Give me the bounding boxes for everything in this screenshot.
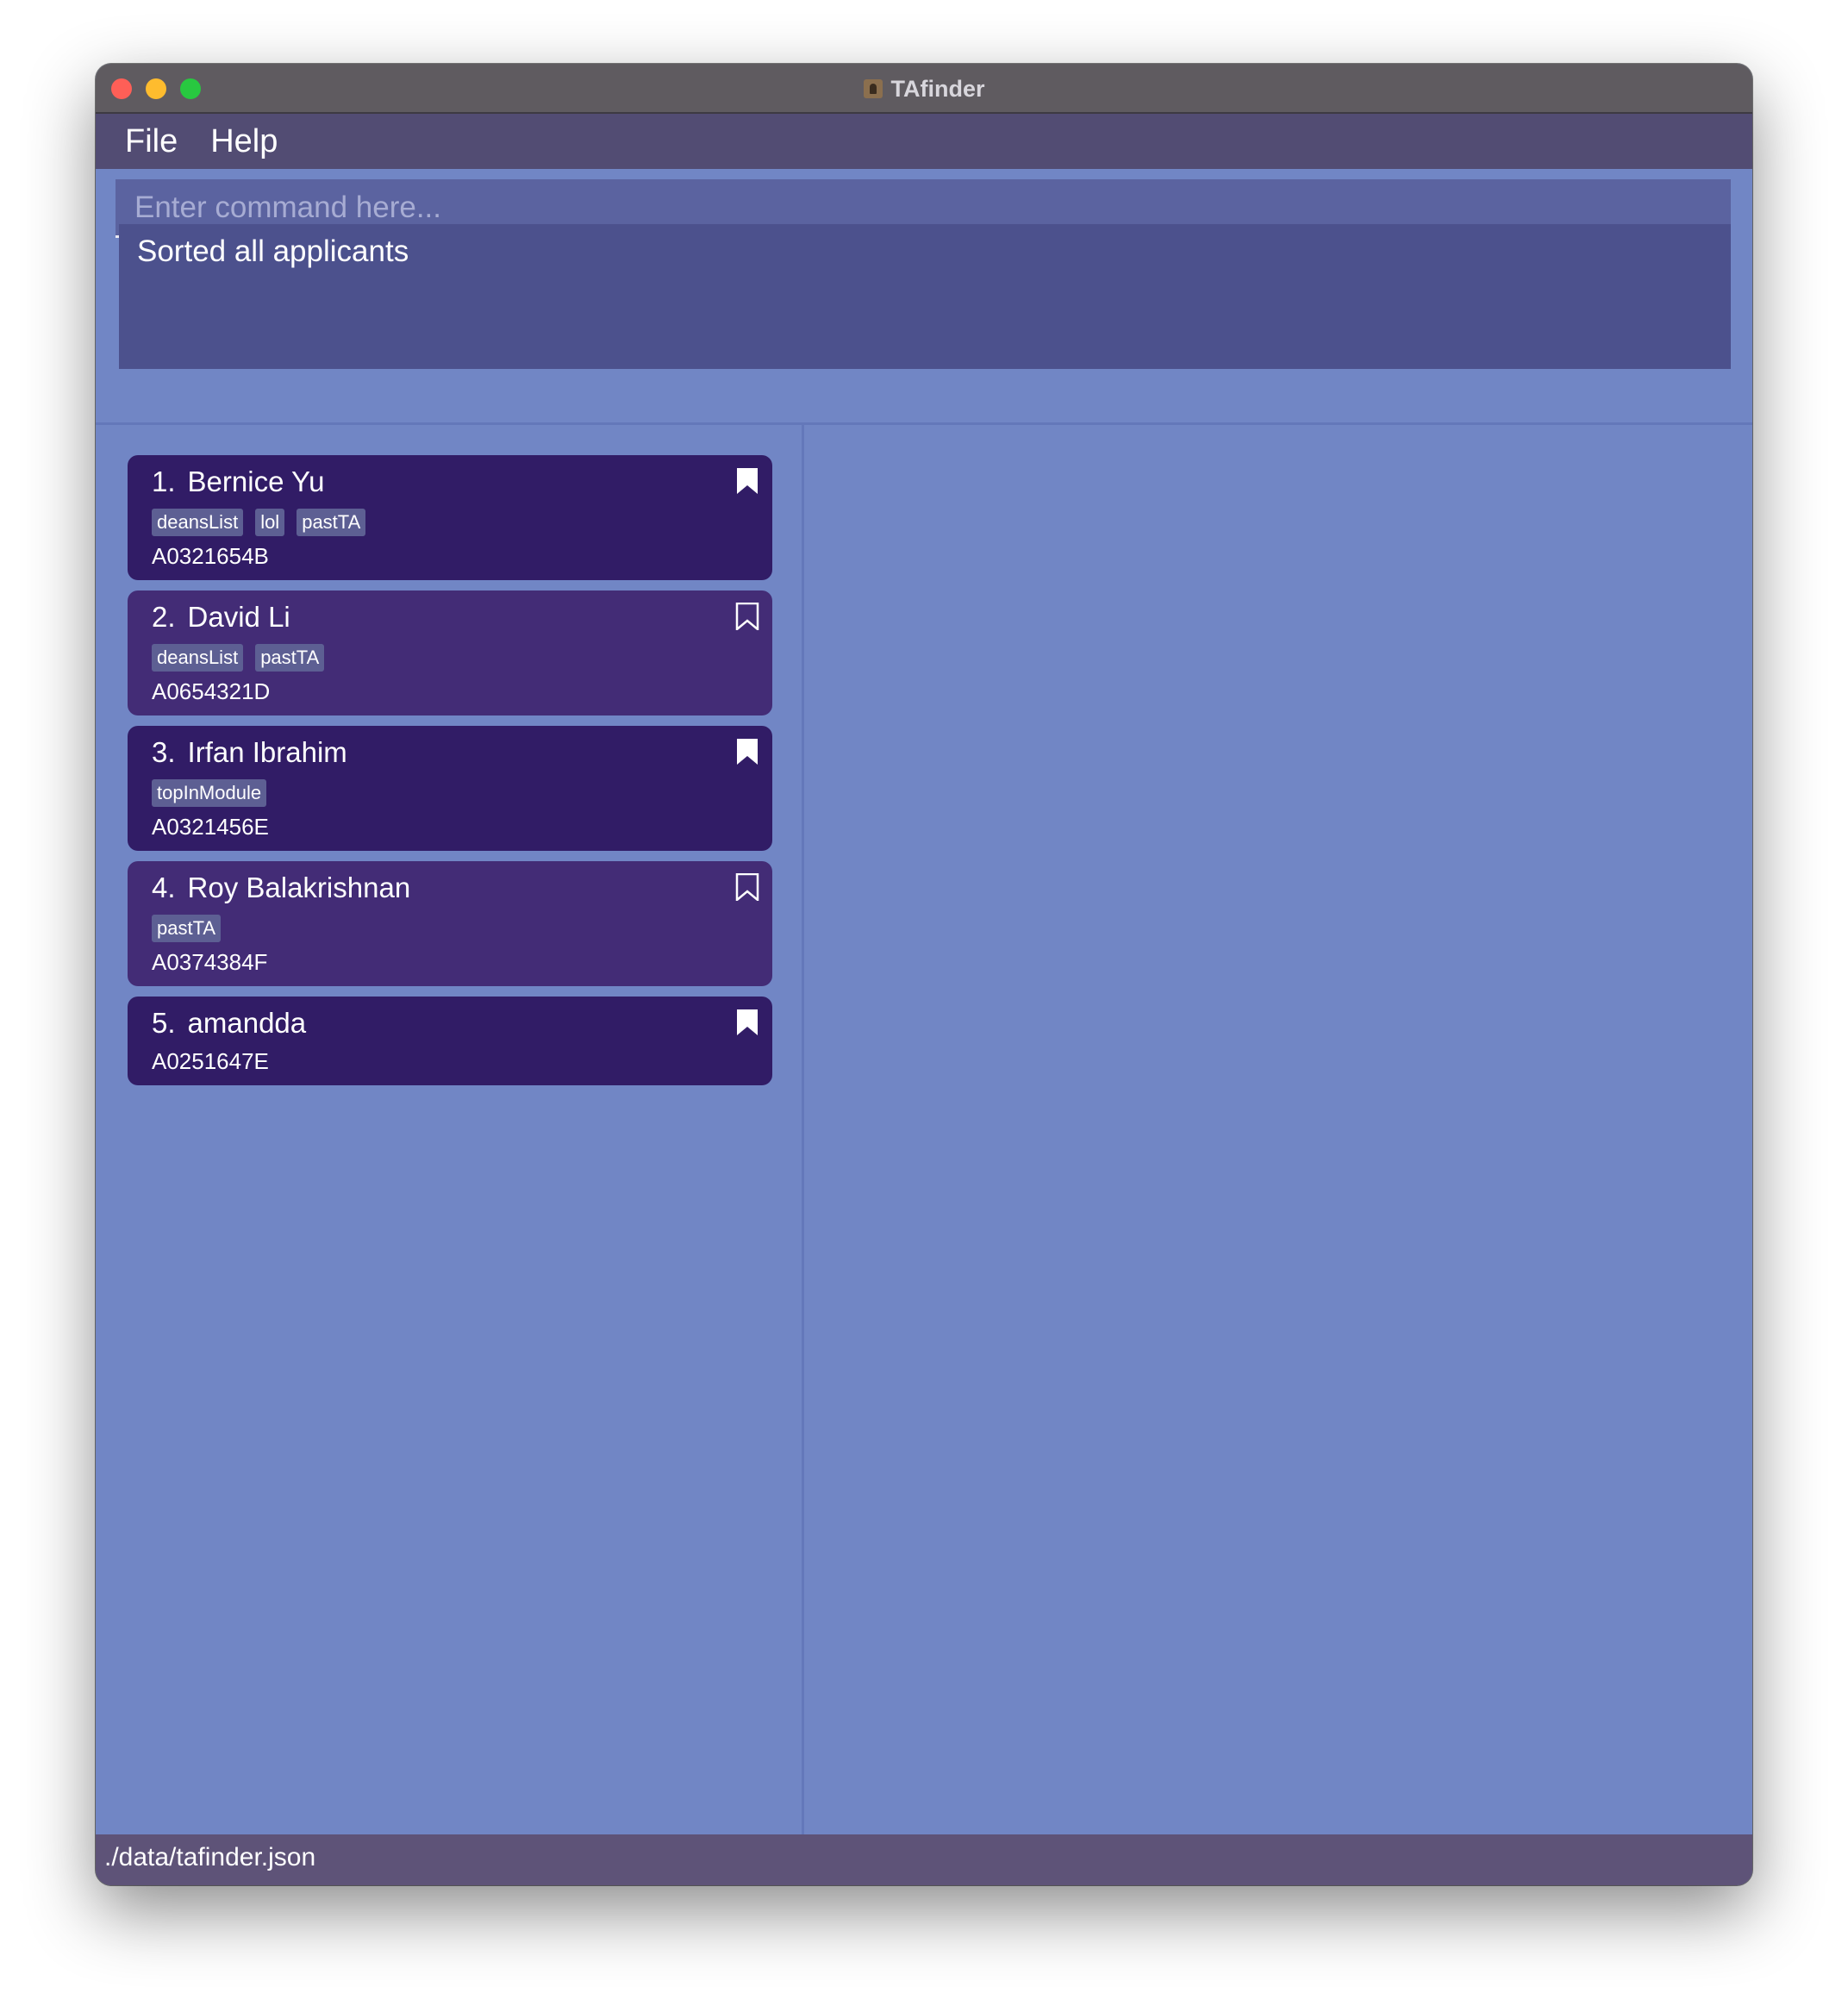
applicant-list: 1. Bernice Yu deansList lol pastTA A0321654B 2… bbox=[128, 455, 772, 1096]
applicant-tag: deansList bbox=[152, 644, 244, 672]
app-window: TAfinder File Help Sorted all applicants… bbox=[96, 64, 1752, 1885]
applicant-id: A0654321D bbox=[152, 678, 271, 704]
applicant-index: 4. bbox=[152, 872, 176, 903]
menu-file[interactable]: File bbox=[125, 123, 178, 160]
applicant-card[interactable]: 5. amandda A0251647E bbox=[128, 997, 772, 1085]
title-bar: TAfinder bbox=[96, 64, 1752, 114]
status-bar: ./data/tafinder.json bbox=[96, 1834, 1752, 1885]
applicant-index: 5. bbox=[152, 1007, 176, 1039]
bookmark-outline-icon[interactable] bbox=[735, 603, 759, 630]
tag-list: deansList pastTA bbox=[152, 644, 772, 672]
applicant-name: Bernice Yu bbox=[187, 466, 325, 497]
divider bbox=[96, 422, 1752, 425]
applicant-name: Roy Balakrishnan bbox=[187, 872, 411, 903]
applicant-header: 1. Bernice Yu bbox=[152, 464, 772, 500]
menu-bar: File Help bbox=[96, 114, 1752, 169]
applicant-name: amandda bbox=[187, 1007, 307, 1039]
applicant-tag: topInModule bbox=[152, 779, 267, 807]
applicant-tag: pastTA bbox=[152, 915, 222, 942]
applicant-index: 2. bbox=[152, 601, 176, 633]
window-title: TAfinder bbox=[890, 75, 985, 102]
applicant-header: 2. David Li bbox=[152, 599, 772, 635]
applicant-header: 4. Roy Balakrishnan bbox=[152, 870, 772, 906]
applicant-id: A0321654B bbox=[152, 543, 269, 569]
bookmark-filled-icon[interactable] bbox=[735, 467, 759, 495]
bookmark-filled-icon[interactable] bbox=[735, 738, 759, 765]
applicant-id: A0374384F bbox=[152, 949, 268, 975]
menu-help[interactable]: Help bbox=[210, 123, 278, 160]
panel-divider[interactable] bbox=[802, 425, 804, 1834]
result-display: Sorted all applicants bbox=[119, 224, 1731, 369]
applicant-tag: deansList bbox=[152, 509, 244, 536]
applicant-tag: lol bbox=[255, 509, 285, 536]
applicant-card[interactable]: 2. David Li deansList pastTA A0654321D bbox=[128, 590, 772, 715]
bookmark-filled-icon[interactable] bbox=[735, 1009, 759, 1036]
applicant-index: 1. bbox=[152, 466, 176, 497]
tag-list: pastTA bbox=[152, 915, 772, 942]
applicant-name: David Li bbox=[187, 601, 290, 633]
applicant-card[interactable]: 1. Bernice Yu deansList lol pastTA A0321654B bbox=[128, 455, 772, 580]
applicant-card[interactable]: 4. Roy Balakrishnan pastTA A0374384F bbox=[128, 861, 772, 986]
applicant-id: A0251647E bbox=[152, 1048, 269, 1074]
applicant-id: A0321456E bbox=[152, 814, 269, 840]
applicant-name: Irfan Ibrahim bbox=[187, 736, 347, 768]
applicant-tag: pastTA bbox=[297, 509, 366, 536]
result-message: Sorted all applicants bbox=[137, 234, 409, 268]
tag-list: deansList lol pastTA bbox=[152, 509, 772, 536]
app-icon bbox=[863, 79, 883, 98]
bookmark-outline-icon[interactable] bbox=[735, 873, 759, 901]
tag-list: topInModule bbox=[152, 779, 772, 807]
save-location: ./data/tafinder.json bbox=[104, 1843, 316, 1871]
applicant-index: 3. bbox=[152, 736, 176, 768]
applicant-header: 3. Irfan Ibrahim bbox=[152, 734, 772, 771]
applicant-card[interactable]: 3. Irfan Ibrahim topInModule A0321456E bbox=[128, 726, 772, 851]
applicant-tag: pastTA bbox=[255, 644, 325, 672]
applicant-header: 5. amandda bbox=[152, 1005, 772, 1041]
